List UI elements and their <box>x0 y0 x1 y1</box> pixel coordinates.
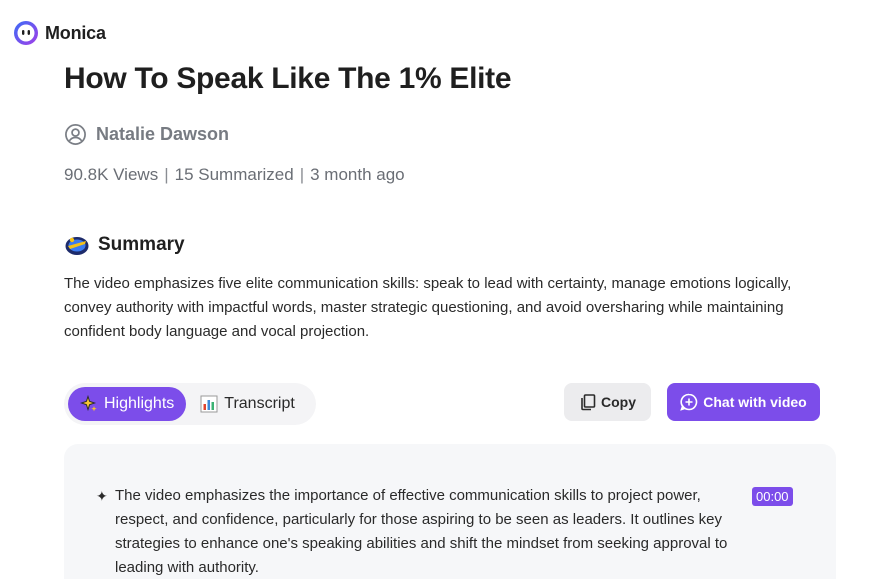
bar-chart-icon <box>200 395 218 413</box>
highlight-item: ✦ The video emphasizes the importance of… <box>96 484 796 579</box>
monica-logo-icon <box>14 21 38 45</box>
author-name: Natalie Dawson <box>96 124 230 144</box>
tab-label: Transcript <box>224 395 295 412</box>
highlight-text: The video emphasizes the importance of e… <box>115 487 728 576</box>
sparkle-bullet-icon: ✦ <box>96 488 108 504</box>
sparkle-icon <box>80 395 97 412</box>
video-stats: 90.8K Views | 15 Summarized | 3 month ag… <box>64 165 405 185</box>
tab-highlights[interactable]: Highlights <box>68 387 187 421</box>
chat-with-video-button[interactable]: Chat with video <box>667 383 820 421</box>
stats-separator: | <box>299 165 305 184</box>
user-avatar-icon <box>65 124 86 145</box>
view-count: 90.8K Views <box>64 165 159 184</box>
author-row[interactable]: Natalie Dawson <box>64 123 229 146</box>
tab-label: Highlights <box>104 395 175 412</box>
chat-label: Chat with video <box>703 394 807 410</box>
highlights-panel: ✦ The video emphasizes the importance of… <box>64 444 836 579</box>
view-tabs: Highlights Transcript <box>64 383 316 425</box>
video-title: How To Speak Like The 1% Elite <box>64 62 512 95</box>
add-chat-icon <box>680 393 698 411</box>
summarized-count: 15 Summarized <box>174 165 294 184</box>
stats-separator: | <box>164 165 169 184</box>
copy-icon <box>581 394 596 411</box>
timestamp-badge[interactable]: 00:00 <box>752 487 793 506</box>
copy-label: Copy <box>601 394 636 410</box>
video-age: 3 month ago <box>310 165 405 184</box>
summary-heading: Summary <box>98 234 185 255</box>
monica-logo[interactable]: Monica <box>13 20 106 46</box>
brand-name: Monica <box>45 22 106 43</box>
tab-transcript[interactable]: Transcript <box>194 387 307 421</box>
copy-button[interactable]: Copy <box>564 383 651 421</box>
summary-icon <box>65 237 89 255</box>
summary-header: Summary <box>64 233 185 257</box>
summary-text: The video emphasizes five elite communic… <box>64 275 792 340</box>
